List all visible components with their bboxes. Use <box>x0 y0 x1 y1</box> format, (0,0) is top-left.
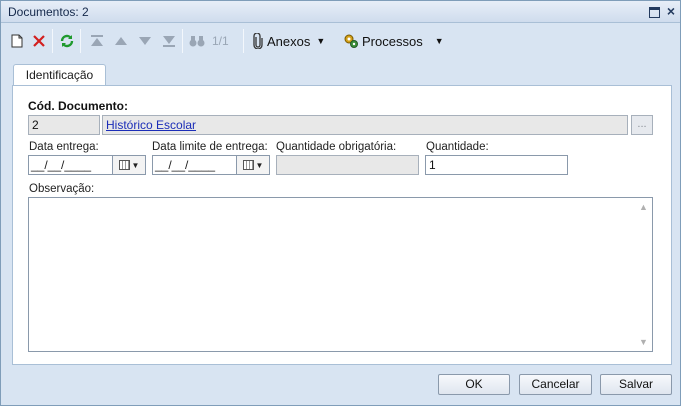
refresh-icon[interactable] <box>58 31 76 51</box>
chevron-down-icon: ▼ <box>255 160 264 170</box>
processes-label: Processos <box>362 33 423 49</box>
notes-textarea[interactable]: ▲ ▼ <box>28 197 653 352</box>
gears-icon <box>344 34 358 48</box>
toolbar-divider <box>243 29 244 53</box>
toolbar-divider <box>182 29 183 53</box>
delete-icon[interactable] <box>30 31 48 51</box>
toolbar-divider <box>52 29 53 53</box>
processes-button[interactable]: Processos ▼ <box>343 31 444 51</box>
notes-label: Observação: <box>29 183 95 195</box>
attachments-label: Anexos <box>267 33 311 49</box>
delivery-date-input[interactable]: __/__/____ <box>28 155 113 175</box>
previous-record-icon[interactable] <box>112 31 130 51</box>
deadline-picker-button[interactable]: ▼ <box>236 155 270 175</box>
cancel-button[interactable]: Cancelar <box>519 374 592 395</box>
deadline-label: Data limite de entrega: <box>152 141 268 153</box>
last-record-icon[interactable] <box>160 31 178 51</box>
tab-identificacao[interactable]: Identificação <box>13 64 106 86</box>
toolbar: 1/1 Anexos ▼ Processos ▼ <box>2 25 679 57</box>
notes-scrollbar[interactable]: ▲ ▼ <box>635 198 652 351</box>
next-record-icon[interactable] <box>136 31 154 51</box>
scroll-up-icon[interactable]: ▲ <box>639 202 648 212</box>
lookup-button[interactable]: ... <box>631 115 653 135</box>
first-record-icon[interactable] <box>88 31 106 51</box>
calendar-icon <box>118 160 130 170</box>
required-qty-field <box>276 155 419 175</box>
toolbar-divider <box>80 29 81 53</box>
restore-icon[interactable] <box>647 4 661 18</box>
required-qty-label: Quantidade obrigatória: <box>276 141 397 153</box>
doc-code-label: Cód. Documento: <box>28 99 128 113</box>
chevron-down-icon: ▼ <box>131 160 140 170</box>
delivery-date-picker-button[interactable]: ▼ <box>112 155 146 175</box>
title-bar: Documentos: 2 × <box>1 1 680 23</box>
doc-code-field[interactable]: 2 <box>28 115 100 135</box>
window-title: Documentos: 2 <box>8 5 89 19</box>
chevron-down-icon: ▼ <box>316 36 326 46</box>
scroll-down-icon[interactable]: ▼ <box>639 337 648 347</box>
record-counter: 1/1 <box>212 34 229 48</box>
ok-button[interactable]: OK <box>438 374 510 395</box>
delivery-date-label: Data entrega: <box>29 141 99 153</box>
binoculars-icon[interactable] <box>188 31 206 51</box>
attachments-button[interactable]: Anexos ▼ <box>252 31 325 51</box>
paperclip-icon <box>253 33 263 49</box>
doc-name-link[interactable]: Histórico Escolar <box>106 118 196 132</box>
calendar-icon <box>242 160 254 170</box>
doc-name-field[interactable]: Histórico Escolar <box>102 115 628 135</box>
save-button[interactable]: Salvar <box>600 374 672 395</box>
chevron-down-icon: ▼ <box>434 36 444 46</box>
qty-input[interactable]: 1 <box>425 155 568 175</box>
new-icon[interactable] <box>8 31 26 51</box>
close-icon[interactable]: × <box>664 4 678 18</box>
deadline-input[interactable]: __/__/____ <box>152 155 237 175</box>
qty-label: Quantidade: <box>426 141 489 153</box>
document-window: Documentos: 2 × 1/1 Anexos ▼ Processos ▼… <box>0 0 681 406</box>
